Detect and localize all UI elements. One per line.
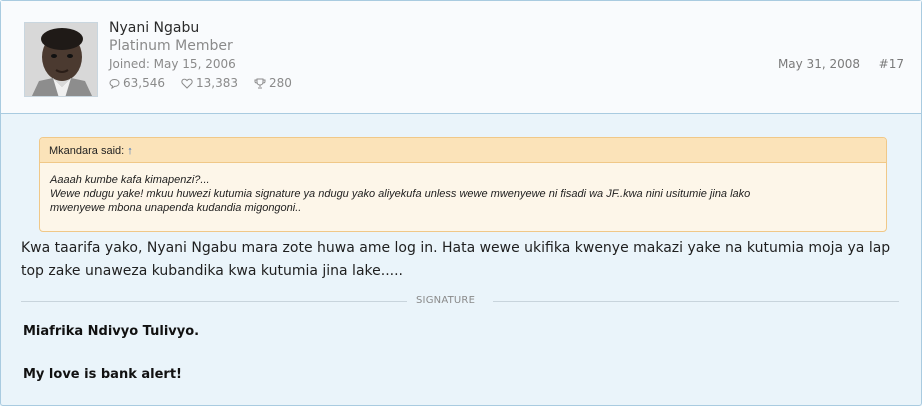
message-body: Kwa taarifa yako, Nyani Ngabu mara zote … — [21, 237, 901, 283]
signature-line: My love is bank alert! — [23, 367, 182, 382]
message-line: top zake unaweza kubandika kwa kutumia j… — [21, 263, 403, 279]
joined-date: Joined: May 15, 2006 — [109, 57, 236, 71]
likes-count: 13,383 — [196, 76, 238, 90]
trophy-icon — [254, 78, 266, 89]
trophies-stat[interactable]: 280 — [254, 76, 292, 90]
author-title: Platinum Member — [109, 38, 233, 54]
messages-stat[interactable]: 63,546 — [109, 76, 165, 90]
quote-header: Mkandara said: ↑ — [40, 138, 886, 163]
quote-body: Aaaah kumbe kafa kimapenzi?... Wewe ndug… — [40, 163, 886, 215]
avatar[interactable] — [24, 22, 98, 97]
heart-icon — [181, 78, 193, 89]
post-date[interactable]: May 31, 2008 — [778, 57, 860, 71]
forum-post: Nyani Ngabu Platinum Member Joined: May … — [0, 0, 922, 406]
quote-author: Mkandara said: — [49, 145, 125, 157]
speech-bubble-icon — [109, 78, 120, 89]
likes-stat[interactable]: 13,383 — [181, 76, 238, 90]
signature-divider — [493, 301, 899, 302]
messages-count: 63,546 — [123, 76, 165, 90]
jump-to-quote-icon[interactable]: ↑ — [127, 145, 133, 157]
trophies-count: 280 — [269, 76, 292, 90]
quote-block: Mkandara said: ↑ Aaaah kumbe kafa kimape… — [39, 137, 887, 232]
signature-divider — [21, 301, 407, 302]
quote-line: mwenyewe mbona unapenda kudandia migongo… — [50, 202, 302, 214]
signature-line: Miafrika Ndivyo Tulivyo. — [23, 324, 200, 339]
message-line: Kwa taarifa yako, Nyani Ngabu mara zote … — [21, 240, 891, 256]
post-permalink[interactable]: #17 — [879, 57, 904, 71]
post-header: Nyani Ngabu Platinum Member Joined: May … — [1, 1, 921, 114]
author-name[interactable]: Nyani Ngabu — [109, 20, 199, 36]
quote-line: Aaaah kumbe kafa kimapenzi?... — [50, 174, 210, 186]
author-stats: 63,546 13,383 280 — [109, 76, 292, 90]
signature-label: SIGNATURE — [416, 295, 476, 306]
quote-line: Wewe ndugu yake! mkuu huwezi kutumia sig… — [50, 188, 751, 200]
